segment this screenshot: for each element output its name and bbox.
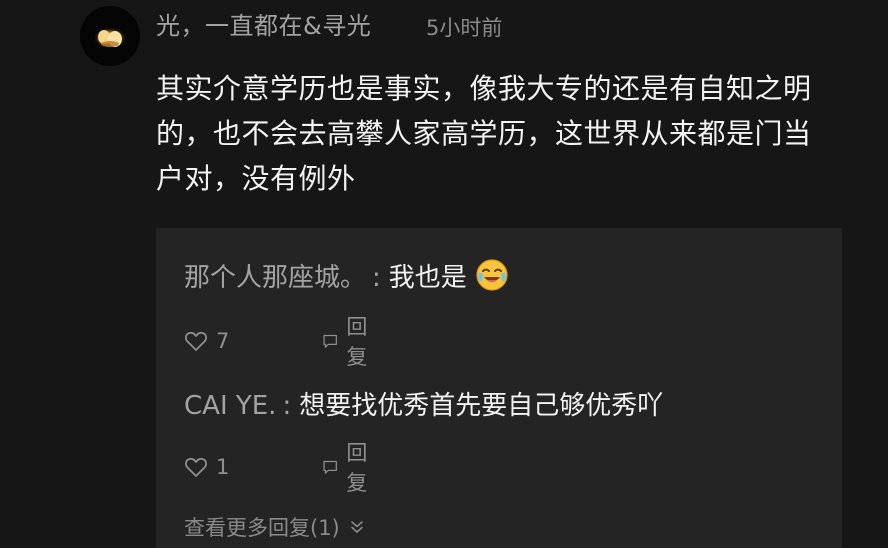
heart-icon — [185, 331, 207, 351]
reply-author[interactable]: 那个人那座城。 — [184, 263, 366, 293]
reply-button[interactable]: 回复 — [322, 437, 375, 497]
reply-button[interactable]: 回复 — [322, 311, 375, 371]
crying-laughing-emoji-icon — [475, 258, 509, 307]
like-button[interactable]: 7 — [184, 329, 229, 353]
like-count: 1 — [216, 455, 230, 479]
like-count: 7 — [216, 329, 230, 353]
reply-button-label: 回复 — [346, 315, 368, 369]
reply-separator: : — [372, 263, 381, 293]
reply-text: 想要找优秀首先要自己够优秀吖 — [299, 391, 664, 421]
reply-separator: : — [282, 391, 292, 421]
reply-actions: 7 回复 — [184, 315, 367, 369]
heart-icon — [185, 457, 207, 477]
double-chevron-down-icon — [350, 521, 363, 533]
view-more-replies-link[interactable]: 查看更多回复(1) — [184, 512, 366, 542]
view-more-replies-label: 查看更多回复(1) — [184, 516, 340, 540]
comment-text: 其实介意学历也是事实，像我大专的还是有自知之明的，也不会去高攀人家高学历，这世界… — [156, 72, 812, 195]
reply-item: 那个人那座城。: 我也是 — [184, 258, 509, 307]
reply-actions: 1 回复 — [184, 441, 367, 495]
replies-panel: 那个人那座城。: 我也是 7 回复 CAI YE.: 想要找优秀首先要自己够优… — [156, 228, 842, 548]
avatar-image-icon — [80, 6, 140, 66]
comment-bubble-icon — [323, 460, 337, 474]
comment-timestamp: 5小时前 — [426, 16, 503, 40]
comment-bubble-icon — [323, 334, 337, 348]
reply-item: CAI YE.: 想要找优秀首先要自己够优秀吖 — [184, 386, 663, 429]
comment-thread: 光，一直都在&寻光 5小时前 其实介意学历也是事实，像我大专的还是有自知之明的，… — [0, 0, 888, 548]
reply-author[interactable]: CAI YE. — [184, 391, 276, 421]
reply-text: 我也是 — [388, 263, 467, 293]
like-button[interactable]: 1 — [184, 455, 229, 479]
comment-username[interactable]: 光，一直都在&寻光 — [156, 10, 371, 42]
avatar[interactable] — [80, 6, 140, 66]
reply-button-label: 回复 — [346, 441, 368, 495]
